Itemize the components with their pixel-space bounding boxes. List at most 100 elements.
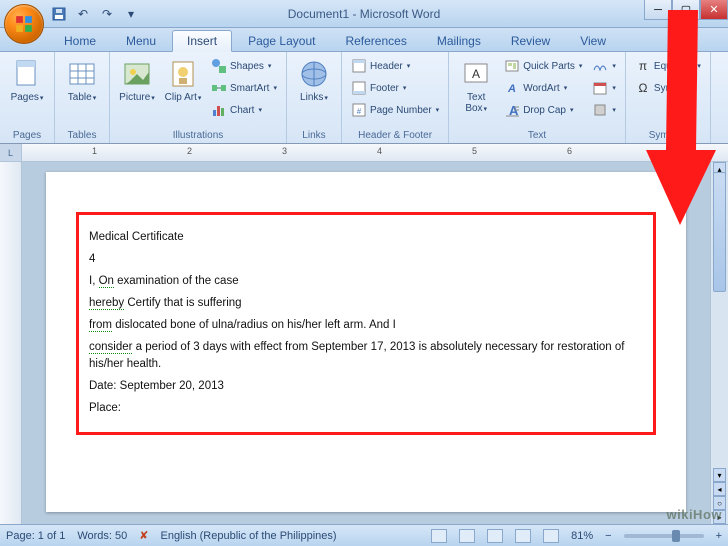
textbox-button[interactable]: AText Box▾ <box>455 56 497 114</box>
smartart-button[interactable]: SmartArt▾ <box>208 78 280 98</box>
save-button[interactable] <box>50 5 68 23</box>
document-scroll[interactable]: Medical Certificate 4 I, On examination of… <box>22 162 710 524</box>
svg-text:A: A <box>507 83 516 95</box>
tab-mailings[interactable]: Mailings <box>423 31 495 51</box>
zoom-in-button[interactable]: + <box>716 530 722 542</box>
proofing-icon[interactable]: ✘ <box>139 529 148 542</box>
qat-menu[interactable]: ▾ <box>122 5 140 23</box>
quickparts-icon <box>504 58 520 74</box>
group-symbols: πEquation▾ΩSymbol▾Symbols <box>626 52 711 143</box>
next-page-button[interactable]: ▸ <box>713 510 726 524</box>
svg-text:#: # <box>357 107 362 116</box>
group-label: Text <box>455 128 619 143</box>
table-button[interactable]: Table▾ <box>61 56 103 103</box>
scroll-thumb[interactable] <box>713 172 726 292</box>
document-line[interactable]: consider a period of 3 days with effect … <box>89 339 643 371</box>
sig-icon <box>592 58 608 74</box>
print-layout-view[interactable] <box>431 529 447 543</box>
grammar-squiggle[interactable]: hereby <box>89 297 124 310</box>
clipart-button[interactable]: Clip Art▾ <box>162 56 204 103</box>
fullscreen-view[interactable] <box>459 529 475 543</box>
quick-access-toolbar: ↶ ↷ ▾ <box>50 5 140 23</box>
document-line[interactable]: 4 <box>89 251 643 267</box>
pages-button[interactable]: Pages▾ <box>6 56 48 103</box>
grammar-squiggle[interactable]: from <box>89 319 112 332</box>
picture-icon <box>121 58 153 90</box>
page-status[interactable]: Page: 1 of 1 <box>6 530 65 542</box>
redo-button[interactable]: ↷ <box>98 5 116 23</box>
date-icon <box>592 80 608 96</box>
prev-page-button[interactable]: ◂ <box>713 482 726 496</box>
obj-icon <box>592 102 608 118</box>
button-label: Footer <box>370 83 399 94</box>
zoom-thumb[interactable] <box>672 530 680 542</box>
document-line[interactable]: Date: September 20, 2013 <box>89 378 643 394</box>
vertical-ruler[interactable] <box>0 162 22 524</box>
office-button[interactable] <box>4 4 44 44</box>
grammar-squiggle[interactable]: On <box>99 275 114 288</box>
window-controls: ─ ▢ ✕ <box>644 0 728 20</box>
ruler-mark: 2 <box>187 146 192 156</box>
zoom-slider[interactable] <box>624 534 704 538</box>
smartart-icon <box>211 80 227 96</box>
document-line[interactable]: Medical Certificate <box>89 229 643 245</box>
links-button[interactable]: Links▾ <box>293 56 335 103</box>
datetime-button[interactable]: ▾ <box>589 78 619 98</box>
quickparts-button[interactable]: Quick Parts▾ <box>501 56 585 76</box>
document-line[interactable]: I, On examination of the case <box>89 273 643 289</box>
browse-object-button[interactable]: ○ <box>713 496 726 510</box>
object-button[interactable]: ▾ <box>589 100 619 120</box>
titlebar: ↶ ↷ ▾ Document1 - Microsoft Word ─ ▢ ✕ <box>0 0 728 28</box>
close-button[interactable]: ✕ <box>700 0 728 20</box>
signature-button[interactable]: ▾ <box>589 56 619 76</box>
footer-button[interactable]: Footer▾ <box>348 78 442 98</box>
document-text[interactable]: Medical Certificate 4 I, On examination of… <box>89 229 643 416</box>
tab-insert[interactable]: Insert <box>172 30 232 52</box>
horizontal-ruler[interactable]: L 123456 <box>0 144 728 162</box>
shapes-button[interactable]: Shapes▾ <box>208 56 280 76</box>
button-label: Shapes <box>230 61 264 72</box>
tab-page-layout[interactable]: Page Layout <box>234 31 329 51</box>
scroll-down-button[interactable]: ▾ <box>713 468 726 482</box>
tab-view[interactable]: View <box>566 31 620 51</box>
button-label: Picture▾ <box>119 92 155 103</box>
tab-menu[interactable]: Menu <box>112 31 170 51</box>
document-line[interactable]: from dislocated bone of ulna/radius on h… <box>89 317 643 333</box>
zoom-level[interactable]: 81% <box>571 530 593 542</box>
tab-home[interactable]: Home <box>50 31 110 51</box>
wordart-button[interactable]: AWordArt▾ <box>501 78 585 98</box>
document-page[interactable]: Medical Certificate 4 I, On examination of… <box>46 172 686 512</box>
ruler-corner: L <box>0 144 22 161</box>
picture-button[interactable]: Picture▾ <box>116 56 158 103</box>
equation-button[interactable]: πEquation▾ <box>632 56 704 76</box>
minimize-button[interactable]: ─ <box>644 0 672 20</box>
document-line[interactable]: hereby Certify that is suffering <box>89 295 643 311</box>
table-icon <box>66 58 98 90</box>
outline-view[interactable] <box>515 529 531 543</box>
button-label: Table▾ <box>68 92 96 103</box>
language-status[interactable]: English (Republic of the Philippines) <box>160 530 336 542</box>
ruler-mark: 4 <box>377 146 382 156</box>
tab-references[interactable]: References <box>331 31 420 51</box>
document-line[interactable]: Place: <box>89 400 643 416</box>
draft-view[interactable] <box>543 529 559 543</box>
chart-button[interactable]: Chart▾ <box>208 100 280 120</box>
ruler-mark: 1 <box>92 146 97 156</box>
dropcap-button[interactable]: ADrop Cap▾ <box>501 100 585 120</box>
group-label: Tables <box>61 128 103 143</box>
tab-review[interactable]: Review <box>497 31 564 51</box>
header-button[interactable]: Header▾ <box>348 56 442 76</box>
pagenumber-button[interactable]: #Page Number▾ <box>348 100 442 120</box>
grammar-squiggle[interactable]: consider <box>89 341 132 354</box>
web-layout-view[interactable] <box>487 529 503 543</box>
pagenum-icon: # <box>351 102 367 118</box>
button-label: Header <box>370 61 403 72</box>
symbol-button[interactable]: ΩSymbol▾ <box>632 78 704 98</box>
maximize-button[interactable]: ▢ <box>672 0 700 20</box>
clipart-icon <box>167 58 199 90</box>
vertical-scrollbar[interactable]: ▴ ▾ ◂ ○ ▸ <box>710 162 728 524</box>
word-count[interactable]: Words: 50 <box>77 530 127 542</box>
zoom-out-button[interactable]: − <box>605 530 611 542</box>
undo-button[interactable]: ↶ <box>74 5 92 23</box>
group-label: Links <box>293 128 335 143</box>
